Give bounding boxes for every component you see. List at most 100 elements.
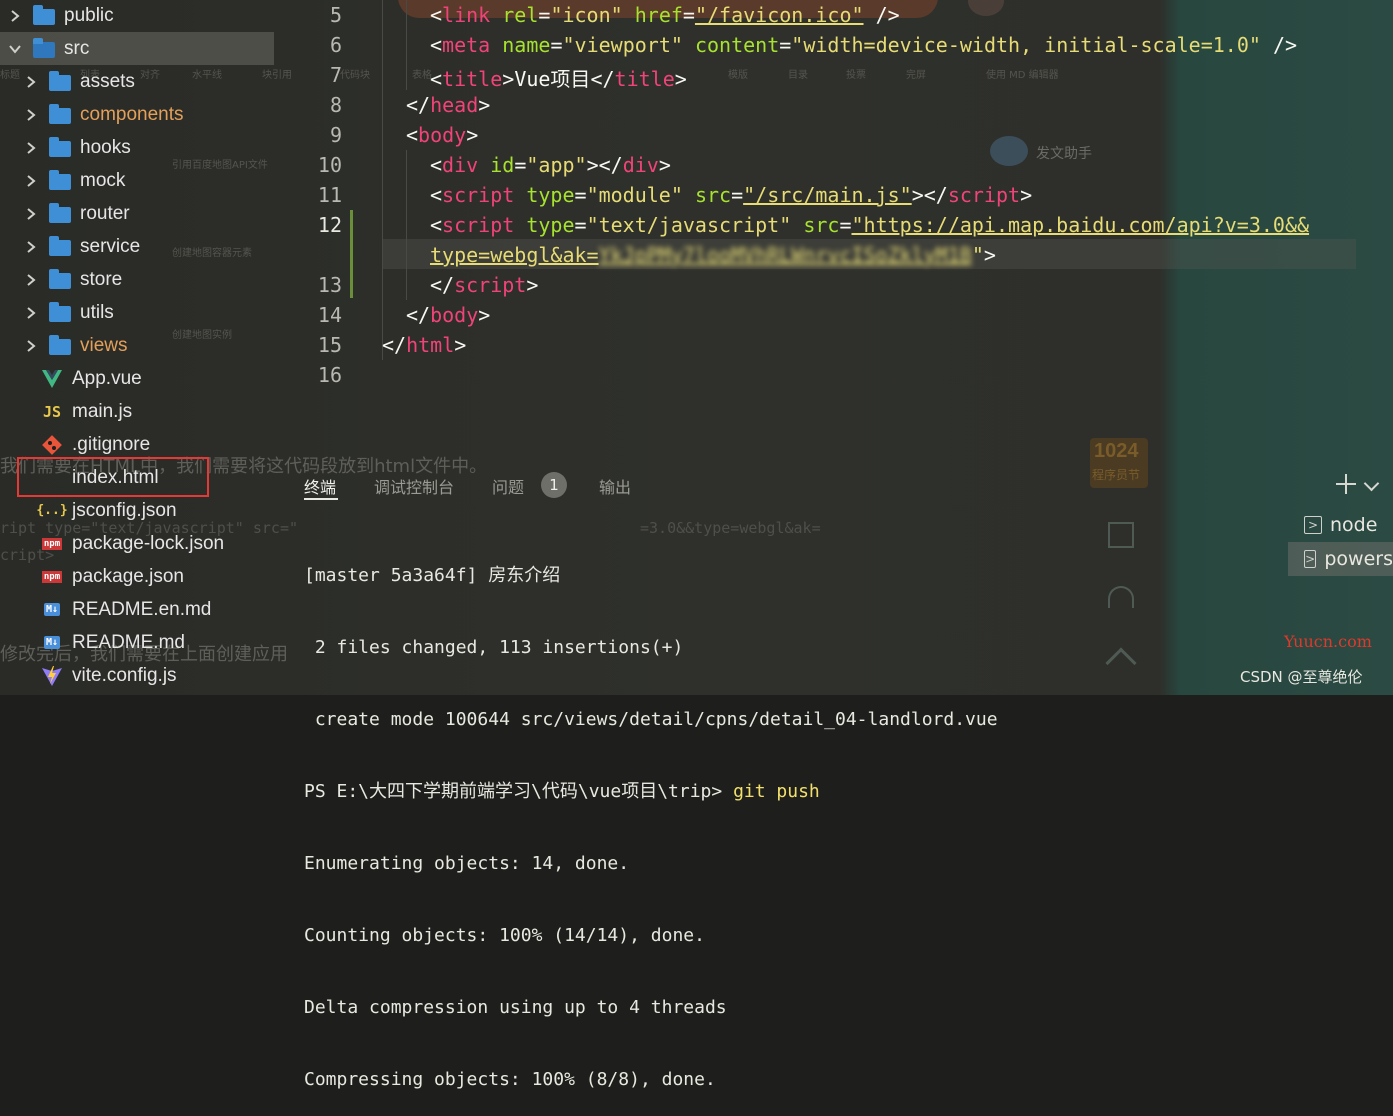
folder-icon (32, 37, 56, 59)
terminal-instances-list: > node > powers (1288, 508, 1393, 576)
chevron-right-icon[interactable] (24, 306, 38, 320)
tab-problems[interactable]: 问题 (492, 474, 524, 498)
tree-item-label: README.md (72, 631, 185, 653)
folder-icon (48, 70, 72, 92)
chevron-right-icon[interactable] (24, 174, 38, 188)
tree-item-main-js[interactable]: JS main.js (0, 395, 274, 428)
line-number: 15 (317, 333, 342, 357)
tree-item-label: main.js (72, 400, 133, 422)
tree-item-public[interactable]: public (0, 0, 274, 32)
tree-item-views[interactable]: views (0, 329, 274, 362)
tree-item-package-json[interactable]: npm package.json (0, 560, 274, 593)
tree-item-readme-en-md[interactable]: M↓ README.en.md (0, 593, 274, 626)
terminal-prompt: PS E:\大四下学期前端学习\代码\vue项目\trip> (304, 781, 734, 802)
tree-item-label: README.en.md (72, 598, 212, 620)
watermark-csdn: CSDN @至尊绝伦 (1240, 668, 1363, 686)
chevron-right-icon[interactable] (24, 273, 38, 287)
chevron-right-icon[interactable] (24, 339, 38, 353)
line-number: 10 (317, 153, 342, 177)
code-editor[interactable]: 5 6 7 8 9 10 11 12 13 14 15 16 <link rel… (274, 0, 1359, 460)
tree-item-label: src (64, 37, 90, 59)
line-number: 16 (317, 363, 342, 387)
tree-item-label: views (80, 334, 128, 356)
tree-item-label: assets (80, 70, 135, 92)
line-number: 5 (329, 3, 342, 27)
chevron-right-icon[interactable] (8, 9, 22, 23)
terminal-prompt-line: PS E:\大四下学期前端学习\代码\vue项目\trip> git push (304, 780, 998, 804)
indent-guide (382, 0, 383, 360)
folder-icon (48, 136, 72, 158)
folder-icon (48, 169, 72, 191)
code-line-6: <meta name="viewport" content="width=dev… (430, 33, 1298, 57)
tab-debug-console[interactable]: 调试控制台 (374, 474, 454, 498)
tab-terminal-underline (304, 498, 338, 500)
code-line-13: </script> (430, 273, 539, 297)
chevron-right-icon[interactable] (24, 108, 38, 122)
terminal-instance-powershell[interactable]: > powers (1288, 542, 1393, 576)
terminal-line: Delta compression using up to 4 threads (304, 997, 727, 1018)
terminal-instance-node[interactable]: > node (1288, 508, 1393, 542)
tree-item-store[interactable]: store (0, 263, 274, 296)
tree-item-components[interactable]: components (0, 98, 274, 131)
tree-item-vite-config-js[interactable]: vite.config.js (0, 659, 274, 692)
tree-item-label: router (80, 202, 130, 224)
tree-item-service[interactable]: service (0, 230, 274, 263)
tree-item-assets[interactable]: assets (0, 65, 274, 98)
indent-guide (406, 150, 407, 300)
terminal-icon: > (1304, 550, 1317, 568)
line-number: 11 (317, 183, 342, 207)
tree-item-label: utils (80, 301, 114, 323)
git-icon (40, 434, 64, 455)
tree-item-label: components (80, 103, 184, 125)
tab-output[interactable]: 输出 (599, 474, 631, 498)
tree-item-hooks[interactable]: hooks (0, 131, 274, 164)
tree-item-label: .gitignore (72, 433, 151, 455)
tree-item-label: store (80, 268, 123, 290)
code-line-10: <div id="app"></div> (430, 153, 671, 177)
tree-item-label: index.html (72, 466, 159, 488)
folder-icon (48, 334, 72, 356)
folder-icon (48, 202, 72, 224)
tree-item-src[interactable]: src (0, 32, 274, 65)
git-modified-marker (350, 210, 353, 298)
tree-item-label: package-lock.json (72, 532, 225, 554)
tree-item-label: package.json (72, 565, 184, 587)
tree-item-router[interactable]: router (0, 197, 274, 230)
tree-item-app-vue[interactable]: App.vue (0, 362, 274, 395)
terminal-line: [master 5a3a64f] 房东介绍 (304, 565, 561, 586)
line-number: 14 (317, 303, 342, 327)
json-file-icon: {..} (36, 503, 68, 518)
tab-terminal[interactable]: 终端 (304, 474, 336, 498)
tree-item-label: public (64, 4, 114, 26)
tree-item-mock[interactable]: mock (0, 164, 274, 197)
terminal-output[interactable]: [master 5a3a64f] 房东介绍 2 files changed, 1… (304, 516, 998, 1116)
terminal-line: 2 files changed, 113 insertions(+) (304, 637, 684, 658)
file-explorer: public src assets components hooks mock router… (0, 0, 274, 695)
chevron-right-icon[interactable] (24, 207, 38, 221)
folder-icon (32, 4, 56, 26)
npm-icon: npm (41, 570, 63, 583)
chevron-right-icon[interactable] (24, 75, 38, 89)
problems-count-badge: 1 (541, 472, 567, 498)
npm-icon: npm (41, 537, 63, 550)
folder-icon (48, 235, 72, 257)
code-line-15: </html> (382, 333, 467, 357)
plus-icon[interactable] (1336, 474, 1356, 494)
code-line-7: <title>Vue项目</title> (430, 67, 687, 91)
tree-item-label: jsconfig.json (72, 499, 177, 521)
tree-item-label: App.vue (72, 367, 142, 389)
chevron-right-icon[interactable] (24, 141, 38, 155)
chevron-right-icon[interactable] (24, 240, 38, 254)
tree-item-package-lock-json[interactable]: npm package-lock.json (0, 527, 274, 560)
vue-icon (40, 369, 64, 389)
code-line-12-wrapped: type=webgl&ak=YkJpPMy7looMVhRLWnrvcISoZk… (430, 243, 996, 267)
chevron-down-icon[interactable] (8, 42, 22, 56)
tree-item-label: service (80, 235, 141, 257)
tree-item-index-html[interactable]: index.html (0, 461, 274, 494)
tree-item-jsconfig-json[interactable]: {..} jsconfig.json (0, 494, 274, 527)
line-number: 9 (329, 123, 342, 147)
tree-item-gitignore[interactable]: .gitignore (0, 428, 274, 461)
tree-item-utils[interactable]: utils (0, 296, 274, 329)
indent-guide (406, 0, 407, 90)
tree-item-readme-md[interactable]: M↓ README.md (0, 626, 274, 659)
